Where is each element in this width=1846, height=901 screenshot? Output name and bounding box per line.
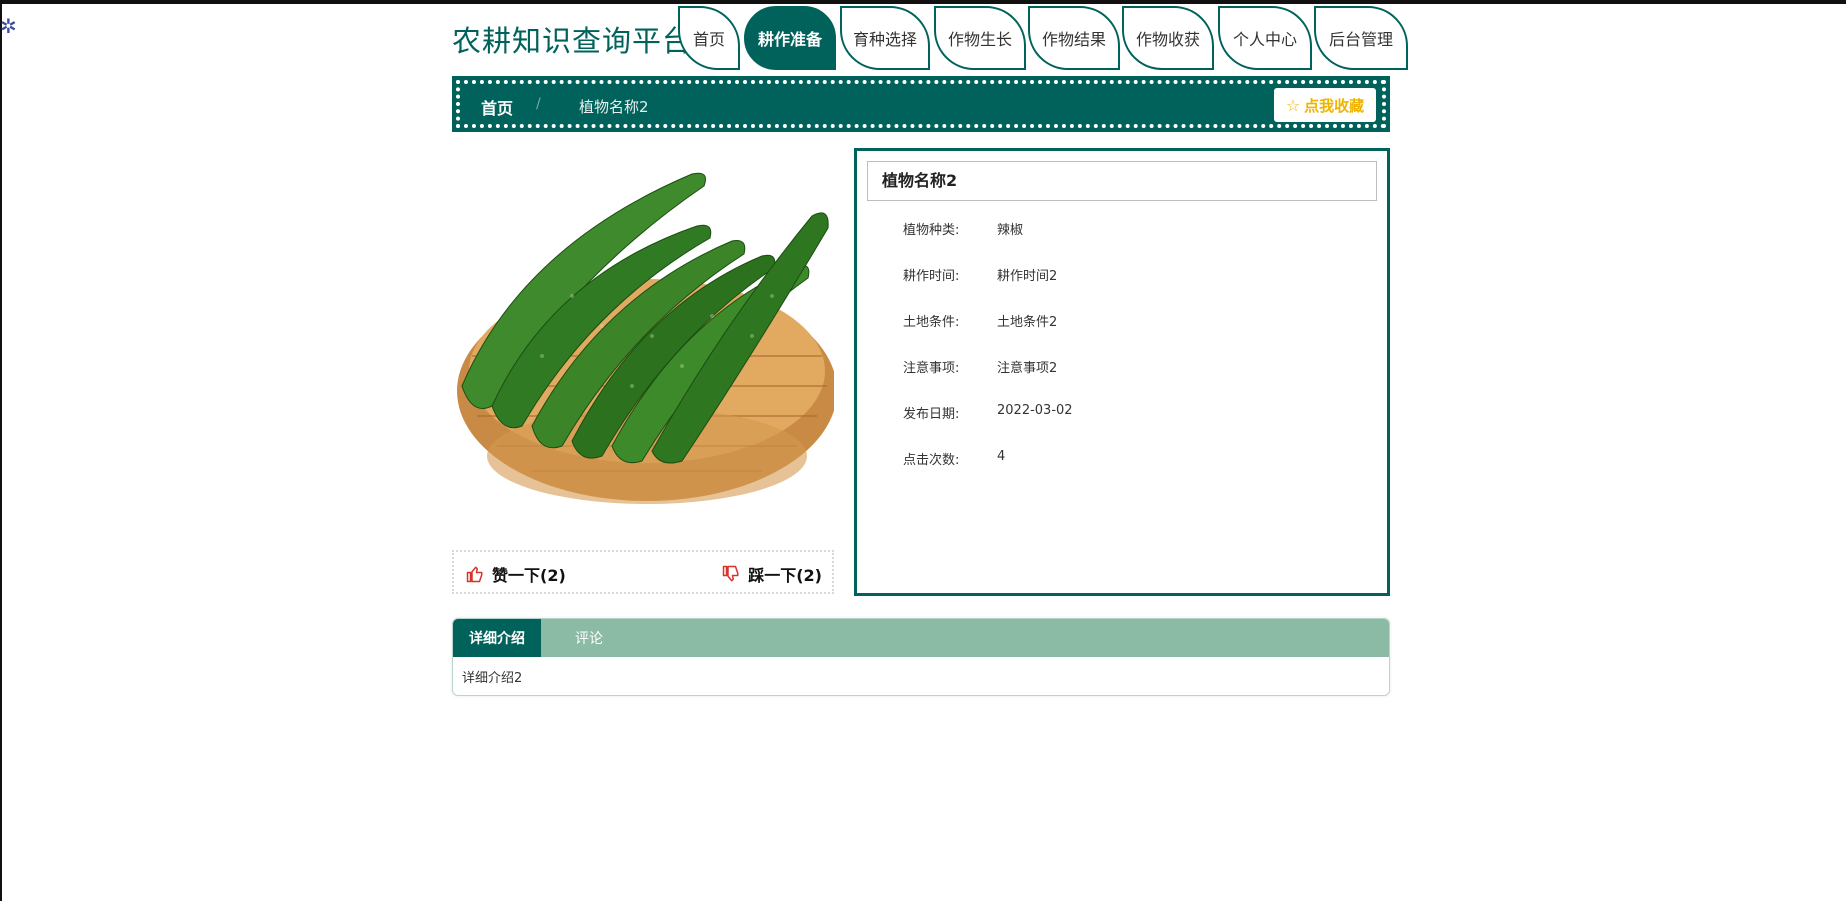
detail-label: 耕作时间: xyxy=(903,269,960,284)
tab-header: 详细介绍 评论 xyxy=(453,619,1389,657)
tab-detail-intro[interactable]: 详细介绍 xyxy=(453,619,541,657)
header: 农耕知识查询平台 首页 耕作准备 育种选择 作物生长 作物结果 作物收获 个人中… xyxy=(452,0,1408,72)
detail-title: 植物名称2 xyxy=(867,161,1377,201)
star-outline-icon: ☆ xyxy=(1285,95,1301,115)
detail-value: 土地条件2 xyxy=(997,315,1058,330)
detail-value: 辣椒 xyxy=(997,223,1024,238)
detail-value: 耕作时间2 xyxy=(997,269,1058,284)
nav-item-crop-fruiting[interactable]: 作物结果 xyxy=(1028,6,1120,70)
dislike-label: 踩一下(2) xyxy=(748,566,822,585)
detail-value: 4 xyxy=(997,449,1006,464)
nav-item-seed-selection[interactable]: 育种选择 xyxy=(840,6,930,70)
detail-value: 2022-03-02 xyxy=(997,403,1073,418)
detail-panel: 植物名称2 植物种类: 辣椒 耕作时间: 耕作时间2 土地条件: 土地条件2 注… xyxy=(854,148,1390,596)
breadcrumb-home[interactable]: 首页 xyxy=(481,95,513,119)
nav-item-personal-center[interactable]: 个人中心 xyxy=(1218,6,1312,70)
breadcrumb-separator: / xyxy=(536,96,541,112)
cucumber-basket-illustration xyxy=(457,172,834,504)
detail-value: 注意事项2 xyxy=(997,361,1058,376)
detail-label: 点击次数: xyxy=(903,453,960,468)
favorite-button-label: 点我收藏 xyxy=(1304,96,1365,115)
site-title: 农耕知识查询平台 xyxy=(452,24,693,58)
nav-item-tillage-prep[interactable]: 耕作准备 xyxy=(744,6,836,70)
detail-label: 植物种类: xyxy=(903,223,960,238)
window-left-border xyxy=(0,0,2,901)
breadcrumb-current: 植物名称2 xyxy=(579,98,649,116)
thumbs-up-icon xyxy=(466,566,483,583)
main-content: 赞一下(2) 踩一下(2) 植物名称2 植物种类: 辣椒 耕作时间: 耕作时间2… xyxy=(452,148,1390,618)
tab-content: 详细介绍2 xyxy=(462,671,523,686)
corner-mark-icon: ✲ xyxy=(0,14,17,38)
nav-item-crop-growth[interactable]: 作物生长 xyxy=(934,6,1026,70)
nav-item-crop-harvest[interactable]: 作物收获 xyxy=(1122,6,1214,70)
dislike-button[interactable]: 踩一下(2) xyxy=(722,562,822,586)
nav-item-admin[interactable]: 后台管理 xyxy=(1314,6,1408,70)
detail-tabs: 详细介绍 评论 详细介绍2 xyxy=(452,618,1390,696)
detail-label: 发布日期: xyxy=(903,407,960,422)
detail-label: 注意事项: xyxy=(903,361,960,376)
like-button[interactable]: 赞一下(2) xyxy=(466,562,566,586)
plant-image xyxy=(452,156,834,536)
favorite-button[interactable]: ☆ 点我收藏 xyxy=(1274,88,1376,122)
nav-item-home[interactable]: 首页 xyxy=(678,6,740,70)
thumbs-down-icon xyxy=(722,565,739,582)
vote-bar: 赞一下(2) 踩一下(2) xyxy=(452,550,834,594)
detail-label: 土地条件: xyxy=(903,315,960,330)
page-container: 农耕知识查询平台 首页 耕作准备 育种选择 作物生长 作物结果 作物收获 个人中… xyxy=(452,0,1408,696)
tab-comments[interactable]: 评论 xyxy=(541,619,637,657)
like-label: 赞一下(2) xyxy=(492,566,566,585)
breadcrumb-bar: 首页 / 植物名称2 ☆ 点我收藏 xyxy=(452,76,1390,132)
